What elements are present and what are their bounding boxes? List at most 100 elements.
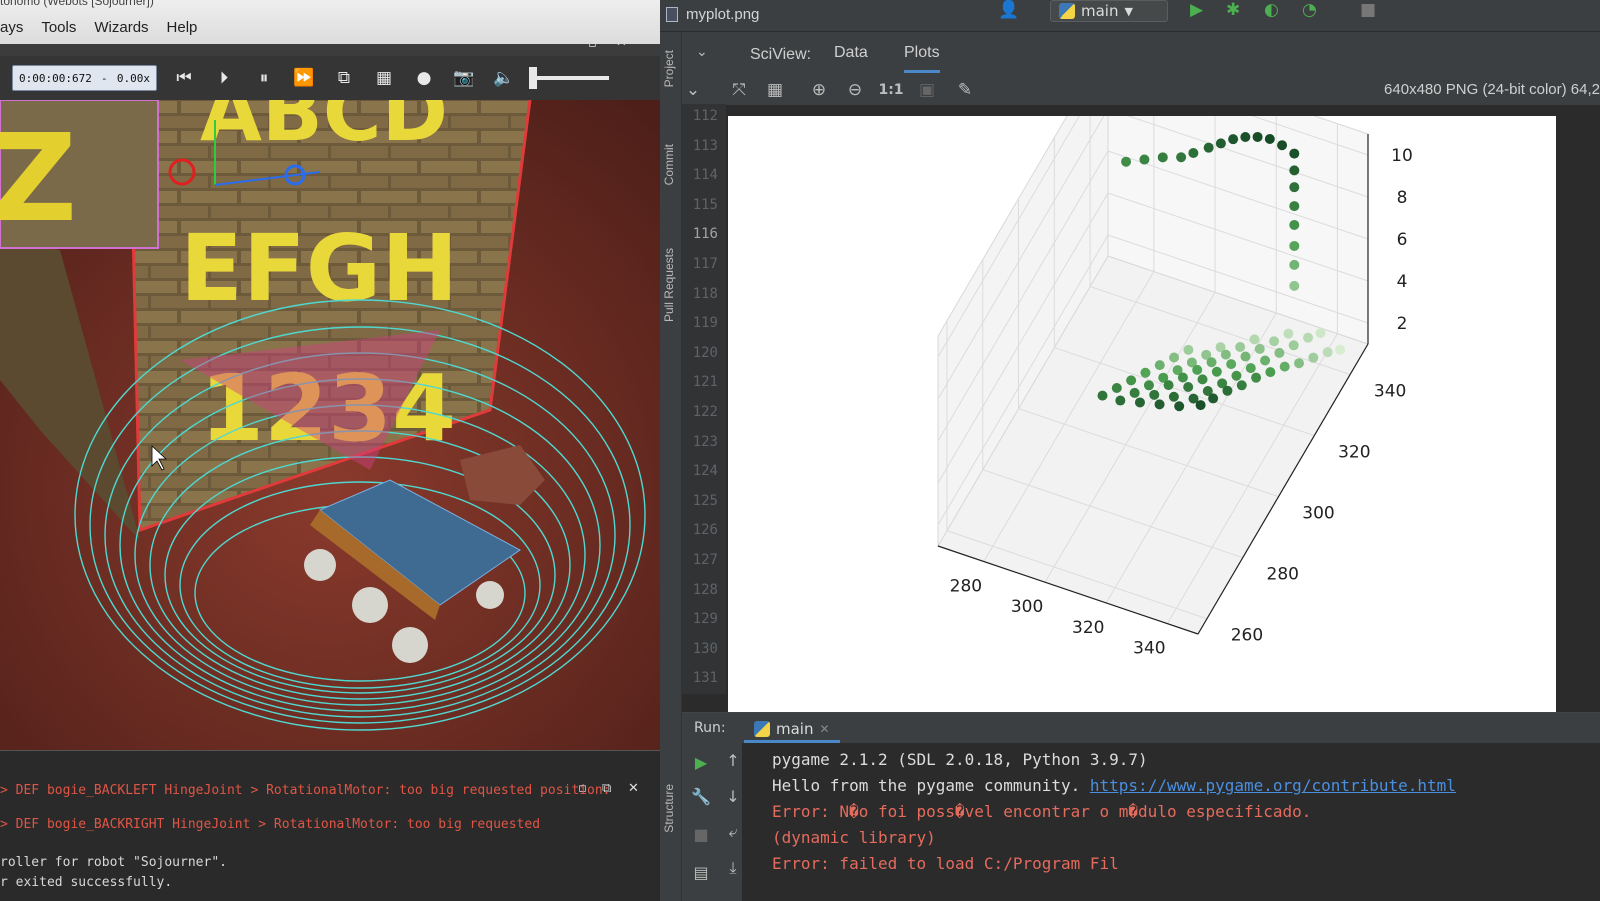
wrench-icon[interactable]: 🔧 [690,785,712,807]
scatter-point [1139,154,1150,165]
line-number: 122 [692,404,718,420]
screenshot-icon[interactable]: 📷 [451,65,477,91]
scatter-point [1264,133,1275,144]
menu-help[interactable]: Help [167,19,198,36]
y-tick-label: 300 [1302,504,1334,524]
scatter-point [1143,380,1154,391]
stop-icon[interactable]: ■ [1360,0,1376,20]
tool-tab-pull-requests[interactable]: Pull Requests [662,248,676,322]
webots-menubar: tonomo (Webots [Sojourner]) ays Tools Wi… [0,0,660,44]
simulation-time: 0:00:00:672 [19,71,92,85]
console-link[interactable]: https://www.pygame.org/contribute.html [1090,776,1456,795]
y-tick-label: 320 [1338,443,1370,463]
scroll-down-icon[interactable]: ↓ [722,785,744,807]
y-tick-label: 340 [1374,382,1406,402]
scatter-point [1277,140,1288,151]
tab-plots[interactable]: Plots [904,44,940,73]
scroll-up-icon[interactable]: ↑ [722,749,744,771]
line-number: 126 [692,522,718,539]
scatter-point [1188,147,1199,158]
debug-icon[interactable]: ✱ [1226,0,1240,20]
scatter-point [1251,372,1262,383]
run-tab-main[interactable]: main ✕ [744,717,840,743]
stop-icon[interactable]: ■ [690,823,712,845]
record-icon[interactable]: ● [411,65,437,91]
simulation-time-display: 0:00:00:672 - 0.00x [12,65,157,91]
profile-icon[interactable]: ◔ [1302,0,1317,20]
scatter-point [1303,332,1314,343]
line-number: 114 [692,167,718,184]
scatter-point [1208,393,1219,404]
sound-icon[interactable]: 🔈 [491,65,517,91]
close-icon[interactable]: ✕ [616,35,627,50]
plot-viewer[interactable]: 280 300 320 340 260 280 300 320 340 2 4 6 8 10 [726,106,1600,750]
sciview-label: SciView: [750,46,812,63]
console-close-icon[interactable]: ✕ [628,781,639,796]
3d-axes [937,116,1369,635]
scatter-point [1197,374,1208,385]
scatter-point [1211,366,1222,377]
tab-data[interactable]: Data [834,44,868,62]
fit-zoom-icon[interactable]: ▣ [916,79,938,101]
webots-window: tonomo (Webots [Sojourner]) ays Tools Wi… [0,0,660,901]
user-icon[interactable]: 👤 [998,0,1019,20]
line-number: 130 [692,640,718,657]
3d-viewport[interactable]: ABCD EFGH 1234 Z [0,100,660,750]
run-console-output[interactable]: pygame 2.1.2 (SDL 2.0.18, Python 3.9.7) H… [772,747,1600,877]
menu-tools[interactable]: Tools [41,19,76,36]
run-icon[interactable]: ▶ [1190,0,1203,20]
slider-knob[interactable] [529,67,537,89]
rerun-icon[interactable]: ▶ [690,751,712,773]
maximize-icon[interactable]: ▫ [588,36,597,51]
run-configuration-select[interactable]: main ▼ [1050,0,1168,22]
pause-icon[interactable]: ⏸ [251,65,277,91]
volume-slider[interactable] [529,67,609,89]
scatter-point [1176,152,1187,163]
collapse-chevron-icon[interactable]: ⌄ [696,44,708,60]
reload-world-icon[interactable]: ⧉ [331,65,357,91]
y-tick-label: 260 [1231,626,1263,646]
tool-tab-project[interactable]: Project [662,50,676,87]
zoom-in-icon[interactable]: ⊕ [808,79,830,101]
tool-tab-structure[interactable]: Structure [662,784,676,833]
plot-image-3d-scatter[interactable]: 280 300 320 340 260 280 300 320 340 2 4 6 8 10 [728,116,1556,750]
zoom-out-icon[interactable]: ⊖ [844,79,866,101]
scatter-point [1121,156,1132,167]
camera-overlay[interactable]: Z [0,100,159,249]
scatter-point [1274,347,1285,358]
coverage-icon[interactable]: ◐ [1264,0,1279,20]
console-text: Hello from the pygame community. [772,776,1090,795]
python-icon [754,720,770,737]
layout-icon[interactable]: ▤ [690,861,712,883]
scatter-point [1289,182,1300,193]
step-icon[interactable]: ⏵ [211,65,237,91]
scatter-point [1115,395,1126,406]
chevron-down-icon[interactable]: ⌄ [682,79,704,101]
line-number: 124 [692,463,718,480]
color-picker-icon[interactable]: ✎ [954,79,976,101]
line-number: 131 [692,670,718,687]
webots-console[interactable]: ▫ ⧉ ✕ > DEF bogie_BACKLEFT HingeJoint > … [0,750,660,901]
sciview-tabbar: ⌄ SciView: Data Plots [682,32,1600,74]
grid-icon[interactable]: ▦ [764,79,786,101]
close-tab-icon[interactable]: ✕ [819,722,829,736]
fit-to-window-icon[interactable]: ⤧ [728,79,750,101]
pycharm-titlebar: myplot.png 👤 main ▼ ▶ ✱ ◐ ◔ ■ [660,0,1600,32]
reset-simulation-icon[interactable]: ⏮ [171,65,197,91]
movie-icon[interactable]: ▦ [371,65,397,91]
scatter-point [1289,259,1300,270]
tool-window-stripe: Project Commit Pull Requests Structure [660,32,682,901]
menu-wizards[interactable]: Wizards [94,19,148,36]
soft-wrap-icon[interactable]: ⤶ [722,821,744,843]
tool-tab-commit[interactable]: Commit [662,144,676,185]
scroll-to-end-icon[interactable]: ⤓ [722,857,744,879]
z-tick-label: 8 [1397,188,1408,208]
scatter-point [1289,148,1300,159]
pycharm-window: myplot.png 👤 main ▼ ▶ ✱ ◐ ◔ ■ Project Co… [660,0,1600,901]
fast-forward-icon[interactable]: ⏩ [291,65,317,91]
menu-overlays[interactable]: ays [0,19,23,36]
actual-size-button[interactable]: 1:1 [878,79,903,101]
x-tick-label: 300 [1011,597,1043,617]
console-line: pygame 2.1.2 (SDL 2.0.18, Python 3.9.7) [772,747,1600,773]
run-header: Run: main ✕ [682,713,1600,743]
